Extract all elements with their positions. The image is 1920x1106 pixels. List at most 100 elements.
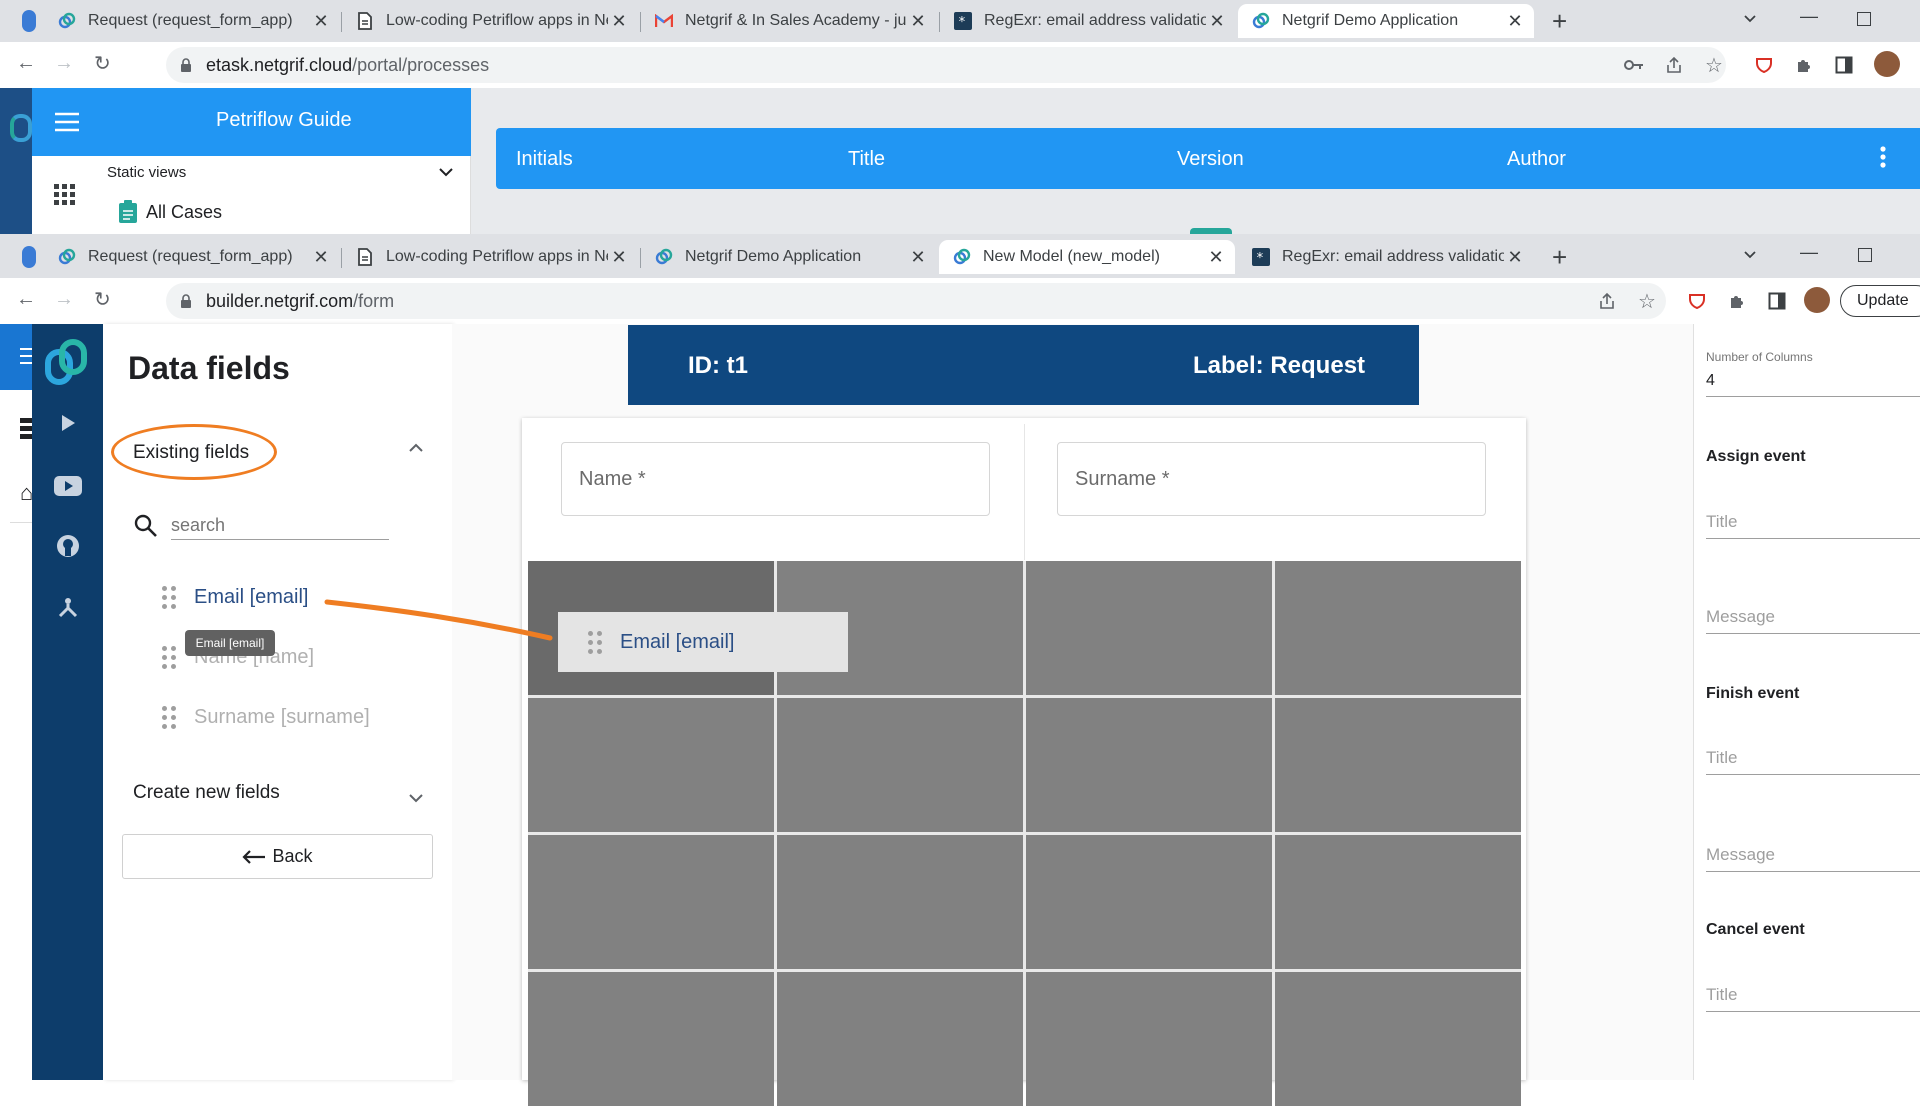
- play-icon[interactable]: [60, 414, 76, 432]
- grid-cell[interactable]: [1026, 972, 1272, 1106]
- column-header-version[interactable]: Version: [1177, 148, 1244, 171]
- close-icon[interactable]: ✕: [907, 247, 929, 268]
- extension-red-icon[interactable]: [1752, 53, 1776, 77]
- tab-search-icon[interactable]: [1742, 10, 1758, 26]
- grid-cell[interactable]: [1026, 835, 1272, 969]
- drag-handle-icon[interactable]: [162, 646, 176, 669]
- update-button[interactable]: Update: [1840, 285, 1920, 317]
- static-views-label[interactable]: Static views: [107, 164, 186, 181]
- back-button[interactable]: Back: [122, 834, 433, 879]
- grid-cell[interactable]: [1275, 972, 1521, 1106]
- upper-tab-0[interactable]: Request (request_form_app) ✕: [44, 4, 340, 38]
- address-bar[interactable]: builder.netgrif.com/form: [166, 283, 1666, 319]
- column-header-title[interactable]: Title: [848, 148, 885, 171]
- lower-tab-1[interactable]: Low-coding Petriflow apps in Net ✕: [342, 240, 638, 274]
- youtube-icon[interactable]: [54, 476, 82, 496]
- grid-cell[interactable]: [777, 972, 1023, 1106]
- field-item-email[interactable]: Email [email]: [162, 586, 308, 609]
- search-input[interactable]: [171, 512, 389, 540]
- finish-title-input[interactable]: Title: [1706, 748, 1920, 775]
- drag-preview[interactable]: Email [email]: [558, 612, 848, 672]
- column-header-author[interactable]: Author: [1507, 148, 1566, 171]
- star-icon[interactable]: ☆: [1702, 53, 1726, 77]
- assign-message-input[interactable]: Message: [1706, 607, 1920, 634]
- restore-icon[interactable]: [1858, 248, 1872, 262]
- reload-icon[interactable]: ↻: [94, 287, 111, 312]
- close-icon[interactable]: ✕: [310, 11, 332, 32]
- back-arrow-icon[interactable]: ←: [16, 52, 36, 75]
- grid-cell[interactable]: [1026, 561, 1272, 695]
- grid-cell[interactable]: [528, 972, 774, 1106]
- columns-input[interactable]: 4: [1706, 372, 1920, 397]
- finish-message-input[interactable]: Message: [1706, 845, 1920, 872]
- reload-icon[interactable]: ↻: [94, 51, 111, 76]
- upper-tab-2[interactable]: Netgrif & In Sales Academy - juh ✕: [641, 4, 937, 38]
- sidebar-item-all-cases[interactable]: All Cases: [118, 200, 222, 224]
- close-icon[interactable]: ✕: [1205, 247, 1227, 268]
- grid-cell[interactable]: [1275, 561, 1521, 695]
- close-icon[interactable]: ✕: [907, 11, 929, 32]
- assign-title-input[interactable]: Title: [1706, 512, 1920, 539]
- minimize-icon[interactable]: —: [1800, 6, 1818, 27]
- close-icon[interactable]: ✕: [1504, 11, 1526, 32]
- builder-nav-rail: [32, 324, 103, 1080]
- close-icon[interactable]: ✕: [608, 247, 630, 268]
- minimize-icon[interactable]: —: [1800, 242, 1818, 263]
- chevron-down-icon[interactable]: [438, 164, 454, 180]
- column-header-initials[interactable]: Initials: [516, 148, 573, 171]
- menu-icon[interactable]: [54, 112, 80, 132]
- drag-handle-icon[interactable]: [162, 706, 176, 729]
- lower-tab-3[interactable]: New Model (new_model) ✕: [939, 240, 1235, 274]
- grid-cell[interactable]: [528, 835, 774, 969]
- grid-cell[interactable]: [528, 698, 774, 832]
- netgrif-logo-icon[interactable]: [44, 338, 90, 386]
- name-input[interactable]: Name *: [561, 442, 990, 516]
- share-icon[interactable]: [1662, 53, 1686, 77]
- puzzle-icon[interactable]: [1725, 289, 1749, 313]
- sidepanel-icon[interactable]: [1765, 289, 1789, 313]
- tab-title: Netgrif Demo Application: [1282, 12, 1459, 29]
- lower-tab-4[interactable]: * RegExr: email address validation ✕: [1238, 240, 1534, 274]
- chevron-up-icon[interactable]: [408, 440, 424, 456]
- drag-handle-icon[interactable]: [162, 586, 176, 609]
- close-icon[interactable]: ✕: [1504, 247, 1526, 268]
- apps-grid-icon[interactable]: [54, 184, 76, 206]
- restore-icon[interactable]: [1857, 12, 1871, 26]
- upper-tab-1[interactable]: Low-coding Petriflow apps in Net ✕: [342, 4, 638, 38]
- field-item-surname[interactable]: Surname [surname]: [162, 706, 370, 729]
- new-tab-icon[interactable]: +: [1552, 242, 1567, 273]
- close-icon[interactable]: ✕: [608, 11, 630, 32]
- more-vert-icon[interactable]: [1880, 146, 1886, 168]
- grid-cell[interactable]: [1275, 698, 1521, 832]
- upper-tab-4[interactable]: Netgrif Demo Application ✕: [1238, 4, 1534, 38]
- close-icon[interactable]: ✕: [1206, 11, 1228, 32]
- create-new-fields-header[interactable]: Create new fields: [133, 782, 280, 804]
- new-tab-icon[interactable]: +: [1552, 6, 1567, 37]
- grid-cell[interactable]: [777, 835, 1023, 969]
- key-icon[interactable]: [1622, 53, 1646, 77]
- github-icon[interactable]: [56, 534, 80, 558]
- tab-search-icon[interactable]: [1742, 246, 1758, 262]
- surname-input[interactable]: Surname *: [1057, 442, 1486, 516]
- star-icon[interactable]: ☆: [1635, 289, 1659, 313]
- grid-cell[interactable]: [1275, 835, 1521, 969]
- puzzle-icon[interactable]: [1792, 53, 1816, 77]
- forward-arrow-icon[interactable]: →: [54, 52, 74, 75]
- upper-tab-3[interactable]: * RegExr: email address validation ✕: [940, 4, 1236, 38]
- grid-cell[interactable]: [777, 698, 1023, 832]
- chevron-down-icon[interactable]: [408, 790, 424, 806]
- sidepanel-icon[interactable]: [1832, 53, 1856, 77]
- forward-arrow-icon[interactable]: →: [54, 288, 74, 311]
- extension-red-icon[interactable]: [1685, 289, 1709, 313]
- grid-cell[interactable]: [1026, 698, 1272, 832]
- lower-tab-0[interactable]: Request (request_form_app) ✕: [44, 240, 340, 274]
- network-icon[interactable]: [56, 594, 80, 618]
- back-arrow-icon[interactable]: ←: [16, 288, 36, 311]
- cancel-title-input[interactable]: Title: [1706, 985, 1920, 1012]
- avatar[interactable]: [1874, 51, 1900, 77]
- close-icon[interactable]: ✕: [310, 247, 332, 268]
- lower-tab-2[interactable]: Netgrif Demo Application ✕: [641, 240, 937, 274]
- share-icon[interactable]: [1595, 289, 1619, 313]
- address-bar[interactable]: etask.netgrif.cloud/portal/processes: [166, 47, 1726, 83]
- avatar[interactable]: [1804, 287, 1830, 313]
